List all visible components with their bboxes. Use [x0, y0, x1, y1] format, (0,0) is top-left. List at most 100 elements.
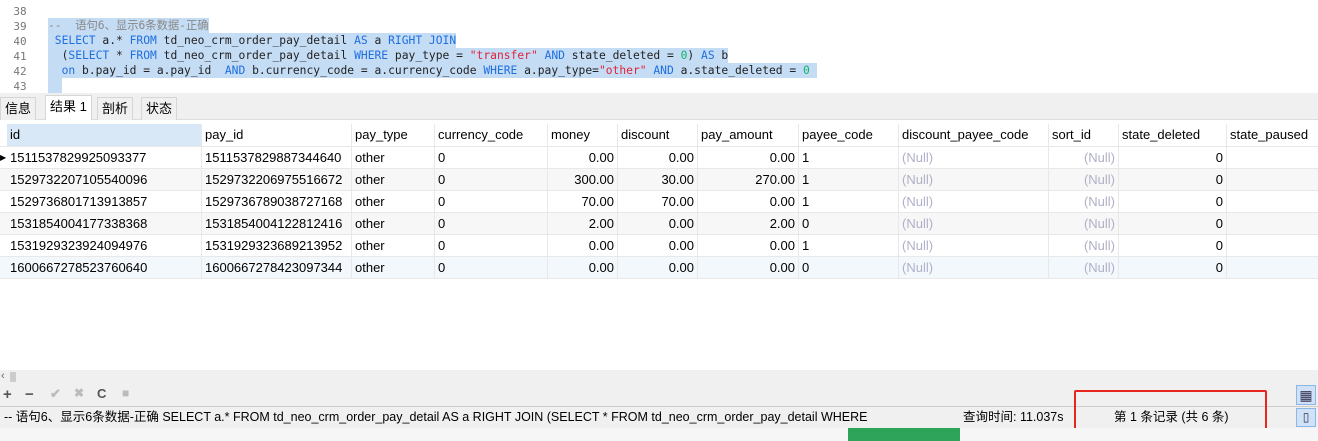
cell-sort-id[interactable]: (Null)	[1049, 235, 1119, 257]
cell-discount[interactable]: 70.00	[618, 191, 698, 213]
cell-state-paused[interactable]: (Null)	[1227, 169, 1318, 191]
cell-currency-code[interactable]: 0	[435, 147, 548, 169]
cell-state-paused[interactable]: (Null)	[1227, 147, 1318, 169]
cell-sort-id[interactable]: (Null)	[1049, 213, 1119, 235]
cell-state-paused[interactable]: (Null)	[1227, 191, 1318, 213]
cell-pay-type[interactable]: other	[352, 257, 435, 279]
cell-pay-amount[interactable]: 270.00	[698, 169, 799, 191]
code-line[interactable]: -- 语句6、显示6条数据-正确	[48, 18, 209, 33]
scroll-left-icon[interactable]: ‹	[1, 370, 5, 382]
table-row[interactable]: 1531854004177338368 1531854004122812416 ot…	[0, 213, 1318, 235]
column-header-payee-code[interactable]: payee_code	[799, 124, 899, 146]
code-line[interactable]: on b.pay_id = a.pay_id AND b.currency_co…	[48, 63, 817, 78]
column-header-currency-code[interactable]: currency_code	[435, 124, 548, 146]
delete-record-icon[interactable]: −	[25, 386, 34, 403]
tab-3[interactable]: 剖析	[97, 97, 134, 120]
column-header-state-deleted[interactable]: state_deleted	[1119, 124, 1227, 146]
add-record-icon[interactable]: +	[3, 386, 12, 403]
code-line[interactable]	[48, 78, 62, 93]
cell-money[interactable]: 2.00	[548, 213, 618, 235]
column-header-state-paused[interactable]: state_paused	[1227, 124, 1318, 146]
cell-discount-payee-code[interactable]: (Null)	[899, 191, 1049, 213]
refresh-icon[interactable]: C	[97, 386, 106, 401]
cell-id[interactable]: 1511537829925093377	[7, 147, 202, 169]
tab-2[interactable]: 结果 1	[45, 95, 92, 120]
cell-state-deleted[interactable]: 0	[1119, 147, 1227, 169]
cell-id[interactable]: 1531854004177338368	[7, 213, 202, 235]
cell-sort-id[interactable]: (Null)	[1049, 257, 1119, 279]
cell-sort-id[interactable]: (Null)	[1049, 169, 1119, 191]
cell-pay-id[interactable]: 1531854004122812416	[202, 213, 352, 235]
cell-pay-type[interactable]: other	[352, 169, 435, 191]
cell-state-paused[interactable]: (Null)	[1227, 213, 1318, 235]
cell-pay-amount[interactable]: 2.00	[698, 213, 799, 235]
cell-pay-id[interactable]: 1511537829887344640	[202, 147, 352, 169]
table-row[interactable]: 1529732207105540096 1529732206975516672 ot…	[0, 169, 1318, 191]
column-header-money[interactable]: money	[548, 124, 618, 146]
cell-currency-code[interactable]: 0	[435, 257, 548, 279]
cell-state-paused[interactable]: (Null)	[1227, 257, 1318, 279]
cell-currency-code[interactable]: 0	[435, 169, 548, 191]
cell-id[interactable]: 1531929323924094976	[7, 235, 202, 257]
cell-pay-id[interactable]: 1531929323689213952	[202, 235, 352, 257]
cell-discount-payee-code[interactable]: (Null)	[899, 147, 1049, 169]
apply-changes-icon[interactable]: ✔	[50, 386, 61, 402]
form-view-icon[interactable]: ▯	[1296, 408, 1316, 427]
table-row[interactable]: ▶ 1511537829925093377 1511537829887344640 o…	[0, 147, 1318, 169]
cell-payee-code[interactable]: 1	[799, 147, 899, 169]
table-row[interactable]: 1529736801713913857 1529736789038727168 ot…	[0, 191, 1318, 213]
cell-discount[interactable]: 0.00	[618, 147, 698, 169]
tab-4[interactable]: 状态	[141, 97, 178, 120]
cell-state-deleted[interactable]: 0	[1119, 235, 1227, 257]
cell-pay-amount[interactable]: 0.00	[698, 257, 799, 279]
cell-pay-id[interactable]: 1529736789038727168	[202, 191, 352, 213]
cell-money[interactable]: 0.00	[548, 235, 618, 257]
cell-state-paused[interactable]: (Null)	[1227, 235, 1318, 257]
cell-discount-payee-code[interactable]: (Null)	[899, 213, 1049, 235]
cell-payee-code[interactable]: 0	[799, 257, 899, 279]
cell-id[interactable]: 1529732207105540096	[7, 169, 202, 191]
cell-discount[interactable]: 30.00	[618, 169, 698, 191]
scroll-thumb[interactable]	[10, 372, 16, 382]
code-line[interactable]: (SELECT * FROM td_neo_crm_order_pay_deta…	[48, 48, 729, 63]
cell-discount[interactable]: 0.00	[618, 235, 698, 257]
cell-pay-amount[interactable]: 0.00	[698, 235, 799, 257]
column-header-pay-id[interactable]: pay_id	[202, 124, 352, 146]
cell-discount[interactable]: 0.00	[618, 213, 698, 235]
cell-discount-payee-code[interactable]: (Null)	[899, 235, 1049, 257]
column-header-pay-amount[interactable]: pay_amount	[698, 124, 799, 146]
column-header-discount-payee-code[interactable]: discount_payee_code	[899, 124, 1049, 146]
cell-payee-code[interactable]: 1	[799, 191, 899, 213]
code-line[interactable]: SELECT a.* FROM td_neo_crm_order_pay_det…	[48, 33, 457, 48]
column-header-id[interactable]: id	[7, 124, 202, 146]
cell-sort-id[interactable]: (Null)	[1049, 191, 1119, 213]
cell-pay-type[interactable]: other	[352, 213, 435, 235]
cell-state-deleted[interactable]: 0	[1119, 169, 1227, 191]
cell-pay-amount[interactable]: 0.00	[698, 147, 799, 169]
cell-currency-code[interactable]: 0	[435, 235, 548, 257]
grid-view-icon[interactable]: ▦	[1296, 385, 1316, 405]
cell-state-deleted[interactable]: 0	[1119, 213, 1227, 235]
cell-money[interactable]: 70.00	[548, 191, 618, 213]
cell-pay-type[interactable]: other	[352, 191, 435, 213]
table-row[interactable]: 1600667278523760640 1600667278423097344 ot…	[0, 257, 1318, 279]
column-header-pay-type[interactable]: pay_type	[352, 124, 435, 146]
cell-money[interactable]: 300.00	[548, 169, 618, 191]
sql-editor[interactable]: 38 39 -- 语句6、显示6条数据-正确 40 SELECT a.* FROM t…	[0, 0, 1318, 93]
cell-currency-code[interactable]: 0	[435, 213, 548, 235]
column-header-discount[interactable]: discount	[618, 124, 698, 146]
cell-pay-id[interactable]: 1529732206975516672	[202, 169, 352, 191]
cell-discount-payee-code[interactable]: (Null)	[899, 257, 1049, 279]
cell-discount[interactable]: 0.00	[618, 257, 698, 279]
cell-id[interactable]: 1600667278523760640	[7, 257, 202, 279]
cell-payee-code[interactable]: 0	[799, 213, 899, 235]
cell-state-deleted[interactable]: 0	[1119, 191, 1227, 213]
table-row[interactable]: 1531929323924094976 1531929323689213952 ot…	[0, 235, 1318, 257]
column-header-sort-id[interactable]: sort_id	[1049, 124, 1119, 146]
cell-pay-type[interactable]: other	[352, 235, 435, 257]
cell-payee-code[interactable]: 1	[799, 169, 899, 191]
cell-money[interactable]: 0.00	[548, 147, 618, 169]
cell-state-deleted[interactable]: 0	[1119, 257, 1227, 279]
cell-payee-code[interactable]: 1	[799, 235, 899, 257]
cell-money[interactable]: 0.00	[548, 257, 618, 279]
